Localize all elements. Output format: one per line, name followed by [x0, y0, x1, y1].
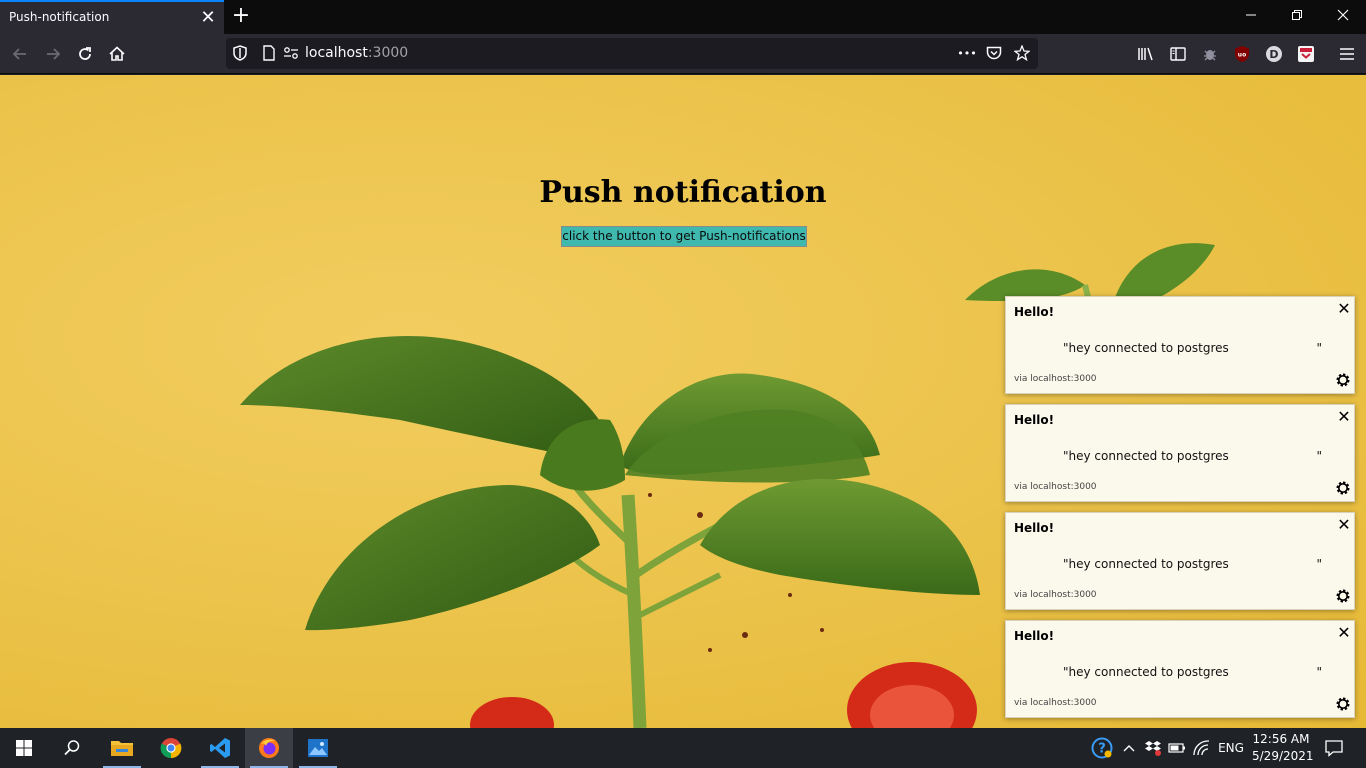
reload-icon [79, 47, 91, 60]
active-tab[interactable]: Push-notification ✕ [0, 0, 224, 34]
network-tray-icon[interactable] [1191, 728, 1213, 768]
close-icon[interactable]: ✕ [1335, 300, 1353, 318]
action-center-button[interactable] [1318, 728, 1350, 768]
folder-icon [111, 741, 133, 756]
restore-icon [1292, 10, 1302, 20]
dropbox-tray-icon[interactable] [1142, 728, 1164, 768]
close-icon[interactable]: ✕ [1335, 516, 1353, 534]
notification-body: "hey connected to postgres " [1063, 341, 1323, 355]
notification-title: Hello! [1014, 413, 1055, 427]
language-indicator[interactable]: ENG [1214, 728, 1248, 768]
url-text[interactable]: localhost:3000 [305, 45, 408, 61]
close-icon[interactable]: ✕ [1335, 408, 1353, 426]
notification-source: via localhost:3000 [1014, 482, 1097, 492]
svg-text:D: D [1269, 48, 1278, 61]
close-icon [1337, 9, 1349, 21]
pocket-extension-icon[interactable] [1293, 41, 1319, 67]
notification-source: via localhost:3000 [1014, 590, 1097, 600]
notification-toast[interactable]: Hello! ✕ "hey connected to postgres " vi… [1005, 404, 1355, 502]
get-notifications-button[interactable]: click the button to get Push-notificatio… [561, 226, 807, 247]
url-port: :3000 [367, 45, 409, 61]
bug-extension-icon[interactable] [1197, 41, 1223, 67]
minimize-button[interactable] [1228, 0, 1274, 34]
photos-icon [308, 739, 328, 757]
taskbar-firefox[interactable] [245, 728, 293, 768]
notification-body: "hey connected to postgres " [1063, 449, 1323, 463]
clock-time: 12:56 AM [1252, 732, 1310, 746]
close-window-button[interactable] [1320, 0, 1366, 34]
home-button[interactable] [103, 40, 131, 68]
search-icon [64, 740, 80, 756]
notification-body: "hey connected to postgres " [1063, 557, 1323, 571]
battery-tray-icon[interactable] [1166, 728, 1188, 768]
windows-logo-icon [16, 740, 32, 756]
start-button[interactable] [0, 728, 48, 768]
notification-body: "hey connected to postgres " [1063, 665, 1323, 679]
permissions-icon[interactable] [282, 44, 300, 62]
minimize-icon [1246, 14, 1256, 16]
restore-button[interactable] [1274, 0, 1320, 34]
forward-arrow-icon [47, 48, 61, 60]
svg-text:uo: uo [1238, 52, 1246, 59]
taskbar-vscode[interactable] [196, 728, 244, 768]
url-bar[interactable]: localhost:3000 ••• [226, 38, 1038, 69]
forward-button[interactable] [39, 40, 67, 68]
sidebar-icon[interactable] [1165, 41, 1191, 67]
battery-icon [1168, 743, 1185, 753]
wifi-icon [1193, 740, 1209, 756]
notification-title: Hello! [1014, 521, 1055, 535]
close-icon[interactable]: ✕ [1335, 624, 1353, 642]
gear-icon[interactable] [1334, 587, 1352, 605]
tab-strip: Push-notification ✕ + [0, 0, 1366, 34]
question-icon: ? [1091, 737, 1113, 759]
clock-date: 5/29/2021 [1252, 749, 1314, 763]
tracking-protection-icon[interactable] [231, 44, 249, 62]
windows-taskbar: ? ENG 12:56 AM 5/29/2021 [0, 728, 1366, 768]
tab-close-icon[interactable]: ✕ [198, 7, 218, 29]
navigation-toolbar: localhost:3000 ••• uo D [0, 34, 1366, 74]
firefox-icon [259, 738, 279, 758]
page-title: Push notification [539, 175, 827, 210]
show-hidden-icons-button[interactable] [1120, 728, 1138, 768]
gear-icon[interactable] [1334, 371, 1352, 389]
back-button[interactable] [6, 40, 34, 68]
reload-button[interactable] [71, 40, 99, 68]
clock[interactable]: 12:56 AM 5/29/2021 [1252, 731, 1314, 765]
bookmark-star-icon[interactable] [1013, 44, 1031, 62]
new-tab-button[interactable]: + [229, 4, 253, 28]
notification-source: via localhost:3000 [1014, 374, 1097, 384]
notification-center-icon [1325, 740, 1343, 757]
hamburger-menu-icon[interactable] [1334, 41, 1360, 67]
chrome-icon [160, 738, 182, 759]
chevron-up-icon [1123, 745, 1135, 752]
d-extension-icon[interactable]: D [1261, 41, 1287, 67]
notification-toast[interactable]: Hello! ✕ "hey connected to postgres " vi… [1005, 620, 1355, 718]
home-icon [109, 46, 125, 61]
notification-title: Hello! [1014, 305, 1055, 319]
page-icon[interactable] [260, 44, 278, 62]
notification-title: Hello! [1014, 629, 1055, 643]
page-actions-button[interactable]: ••• [956, 44, 978, 62]
dropbox-icon [1145, 741, 1161, 756]
taskbar-file-explorer[interactable] [98, 728, 146, 768]
notification-toast[interactable]: Hello! ✕ "hey connected to postgres " vi… [1005, 296, 1355, 394]
taskbar-photos[interactable] [294, 728, 342, 768]
help-tray-icon[interactable]: ? [1088, 728, 1116, 768]
notification-toast[interactable]: Hello! ✕ "hey connected to postgres " vi… [1005, 512, 1355, 610]
ublock-origin-icon[interactable]: uo [1229, 41, 1255, 67]
taskbar-chrome[interactable] [147, 728, 195, 768]
gear-icon[interactable] [1334, 479, 1352, 497]
tab-title: Push-notification [9, 10, 110, 24]
gear-icon[interactable] [1334, 695, 1352, 713]
vscode-icon [210, 738, 230, 758]
url-host: localhost [305, 45, 368, 61]
pocket-icon[interactable] [985, 44, 1003, 62]
back-arrow-icon [12, 48, 26, 60]
library-icon[interactable] [1133, 41, 1159, 67]
search-button[interactable] [48, 728, 96, 768]
notification-source: via localhost:3000 [1014, 698, 1097, 708]
